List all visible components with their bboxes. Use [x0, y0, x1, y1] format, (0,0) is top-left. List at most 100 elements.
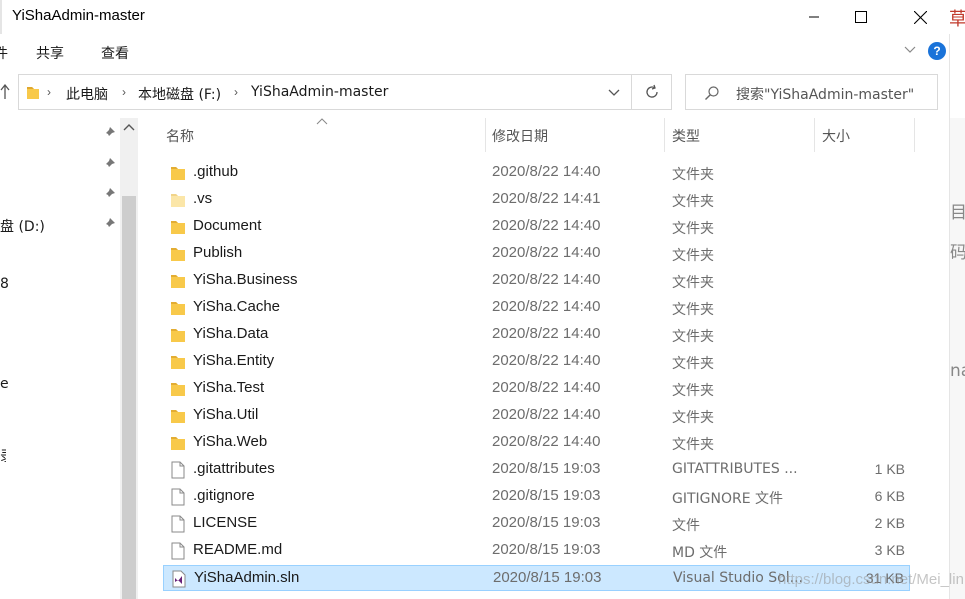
column-divider[interactable]: [664, 118, 665, 152]
file-name: YiSha.Entity: [193, 352, 275, 369]
file-name: YiSha.Cache: [193, 298, 280, 315]
file-row[interactable]: YiSha.Util 2020/8/22 14:40 文件夹: [163, 403, 910, 429]
column-divider[interactable]: [914, 118, 915, 152]
help-button[interactable]: ?: [928, 42, 946, 60]
file-size: 3 KB: [874, 542, 905, 558]
search-icon: [705, 86, 719, 100]
file-name: YiSha.Business: [193, 271, 298, 288]
file-size: 1 KB: [874, 461, 905, 477]
file-name: YiShaAdmin.sln: [194, 569, 300, 586]
file-name: Publish: [193, 244, 243, 261]
file-type: 文件夹: [672, 356, 714, 372]
ribbon-tab-share[interactable]: 共享: [36, 43, 64, 63]
file-size: 6 KB: [874, 488, 905, 504]
minimize-icon: [809, 16, 819, 18]
file-icon: [171, 461, 185, 479]
chevron-down-icon[interactable]: [608, 89, 620, 97]
breadcrumb-drive-f[interactable]: 本地磁盘 (F:): [138, 84, 221, 104]
address-bar[interactable]: › 此电脑 › 本地磁盘 (F:) › YiShaAdmin-master: [18, 74, 632, 110]
file-type: 文件夹: [672, 302, 714, 318]
search-input[interactable]: 搜索"YiShaAdmin-master": [736, 84, 914, 104]
folder-icon: [171, 221, 185, 234]
file-date: 2020/8/22 14:40: [492, 325, 601, 342]
ribbon-tab-view[interactable]: 查看: [101, 43, 129, 63]
folder-icon: [171, 410, 185, 423]
file-row[interactable]: Document 2020/8/22 14:40 文件夹: [163, 214, 910, 240]
breadcrumb-this-pc[interactable]: 此电脑: [66, 84, 108, 104]
hidden-folder-icon: [171, 194, 185, 207]
breadcrumb-current-folder[interactable]: YiShaAdmin-master: [251, 84, 388, 100]
file-row[interactable]: YiSha.Entity 2020/8/22 14:40 文件夹: [163, 349, 910, 375]
chevron-right-icon[interactable]: ›: [234, 85, 238, 99]
scrollbar-thumb[interactable]: [122, 196, 136, 599]
file-date: 2020/8/15 19:03: [492, 541, 601, 558]
up-arrow-icon[interactable]: [0, 84, 10, 100]
file-row[interactable]: Publish 2020/8/22 14:40 文件夹: [163, 241, 910, 267]
file-date: 2020/8/22 14:40: [492, 163, 601, 180]
file-row[interactable]: .gitattributes 2020/8/15 19:03 GITATTRIBUT…: [163, 457, 910, 483]
file-row[interactable]: YiSha.Data 2020/8/22 14:40 文件夹: [163, 322, 910, 348]
file-name: LICENSE: [193, 514, 258, 531]
column-header-size[interactable]: 大小: [822, 126, 850, 146]
column-header-name[interactable]: 名称: [166, 126, 194, 146]
nav-item-drive-d[interactable]: 盘 (D:): [0, 216, 45, 236]
search-box[interactable]: 搜索"YiShaAdmin-master": [685, 74, 938, 110]
window-left-edge: [0, 0, 2, 34]
background-page-edge: 目 码 na: [950, 118, 965, 599]
file-name: YiSha.Web: [193, 433, 268, 450]
file-date: 2020/8/22 14:40: [492, 433, 601, 450]
file-row[interactable]: YiSha.Business 2020/8/22 14:40 文件夹: [163, 268, 910, 294]
column-divider[interactable]: [485, 118, 486, 152]
file-row[interactable]: YiSha.Web 2020/8/22 14:40 文件夹: [163, 430, 910, 456]
file-row[interactable]: .vs 2020/8/22 14:41 文件夹: [163, 187, 910, 213]
file-date: 2020/8/22 14:41: [492, 190, 601, 207]
chevron-right-icon[interactable]: ›: [47, 85, 51, 99]
folder-icon: [171, 329, 185, 342]
chevron-right-icon[interactable]: ›: [122, 85, 126, 99]
file-date: 2020/8/15 19:03: [493, 569, 602, 586]
nav-item[interactable]: 录: [0, 446, 6, 466]
file-type: 文件夹: [672, 329, 714, 345]
nav-item[interactable]: 8: [0, 276, 9, 292]
file-name: YiSha.Util: [193, 406, 259, 423]
file-date: 2020/8/22 14:40: [492, 406, 601, 423]
close-button[interactable]: [897, 0, 943, 34]
nav-item[interactable]: e: [0, 376, 9, 392]
ribbon-tab-file-partial[interactable]: 件: [0, 43, 8, 63]
pin-icon[interactable]: [102, 217, 116, 231]
file-row[interactable]: README.md 2020/8/15 19:03 MD 文件 3 KB: [163, 538, 910, 564]
file-name: README.md: [193, 541, 283, 558]
file-row[interactable]: LICENSE 2020/8/15 19:03 文件 2 KB: [163, 511, 910, 537]
pin-icon[interactable]: [102, 126, 116, 140]
folder-icon: [171, 167, 185, 180]
folder-icon: [171, 248, 185, 261]
file-row[interactable]: .github 2020/8/22 14:40 文件夹: [163, 160, 910, 186]
file-row[interactable]: .gitignore 2020/8/15 19:03 GITIGNORE 文件 6 K…: [163, 484, 910, 510]
background-char: 草: [949, 9, 965, 30]
column-header-type[interactable]: 类型: [672, 126, 700, 146]
file-date: 2020/8/22 14:40: [492, 352, 601, 369]
file-size: 2 KB: [874, 515, 905, 531]
folder-icon: [171, 302, 185, 315]
column-header-date[interactable]: 修改日期: [492, 126, 548, 146]
file-type: 文件夹: [672, 167, 714, 183]
file-type: 文件夹: [672, 410, 714, 426]
refresh-button[interactable]: [632, 74, 672, 110]
file-row[interactable]: YiSha.Test 2020/8/22 14:40 文件夹: [163, 376, 910, 402]
file-type: 文件夹: [672, 221, 714, 237]
chevron-down-icon[interactable]: [904, 46, 916, 54]
column-divider[interactable]: [814, 118, 815, 152]
pin-icon[interactable]: [102, 157, 116, 171]
file-date: 2020/8/22 14:40: [492, 298, 601, 315]
background-window-edge: 草: [949, 0, 965, 34]
refresh-icon: [645, 84, 658, 98]
file-row[interactable]: YiSha.Cache 2020/8/22 14:40 文件夹: [163, 295, 910, 321]
minimize-button[interactable]: [791, 0, 837, 34]
folder-icon: [171, 275, 185, 288]
scroll-up-icon[interactable]: [123, 123, 135, 133]
folder-icon: [171, 356, 185, 369]
pin-icon[interactable]: [102, 187, 116, 201]
maximize-button[interactable]: [838, 0, 884, 34]
file-type: 文件夹: [672, 383, 714, 399]
file-type: 文件夹: [672, 194, 714, 210]
